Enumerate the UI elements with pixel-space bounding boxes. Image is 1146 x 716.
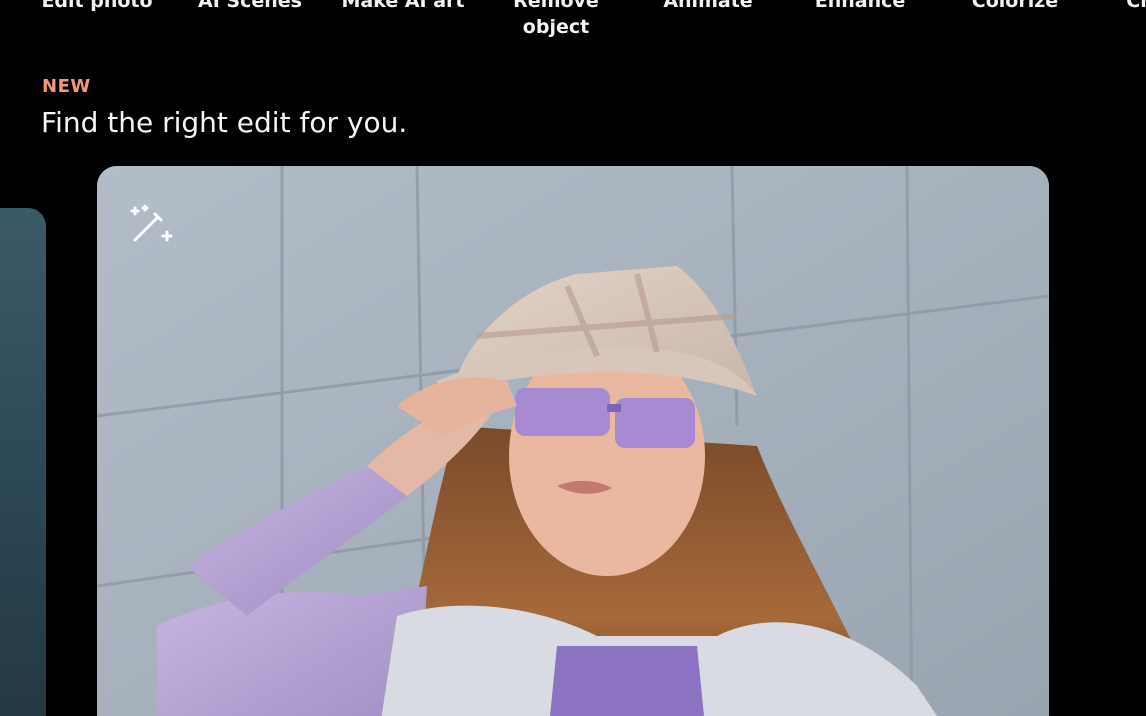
hero-card[interactable] bbox=[97, 166, 1049, 716]
tool-partial[interactable]: Ch bbox=[1065, 0, 1146, 14]
section-title: Find the right edit for you. bbox=[41, 106, 408, 139]
magic-wand-icon[interactable] bbox=[127, 202, 173, 248]
tool-remove-object[interactable]: Remove object bbox=[481, 0, 631, 40]
app-screen: Edit photo AI Scenes Make AI art Remove … bbox=[0, 0, 1146, 716]
new-badge: NEW bbox=[42, 76, 91, 97]
tool-enhance[interactable]: Enhance bbox=[785, 0, 935, 14]
tool-ai-scenes[interactable]: AI Scenes bbox=[175, 0, 325, 14]
tool-animate[interactable]: Animate bbox=[633, 0, 783, 14]
previous-card[interactable] bbox=[0, 208, 46, 716]
hero-photo bbox=[97, 166, 1049, 716]
tools-row: Edit photo AI Scenes Make AI art Remove … bbox=[0, 0, 1146, 40]
tool-make-ai-art[interactable]: Make AI art bbox=[328, 0, 478, 14]
tool-edit-photo[interactable]: Edit photo bbox=[22, 0, 172, 14]
